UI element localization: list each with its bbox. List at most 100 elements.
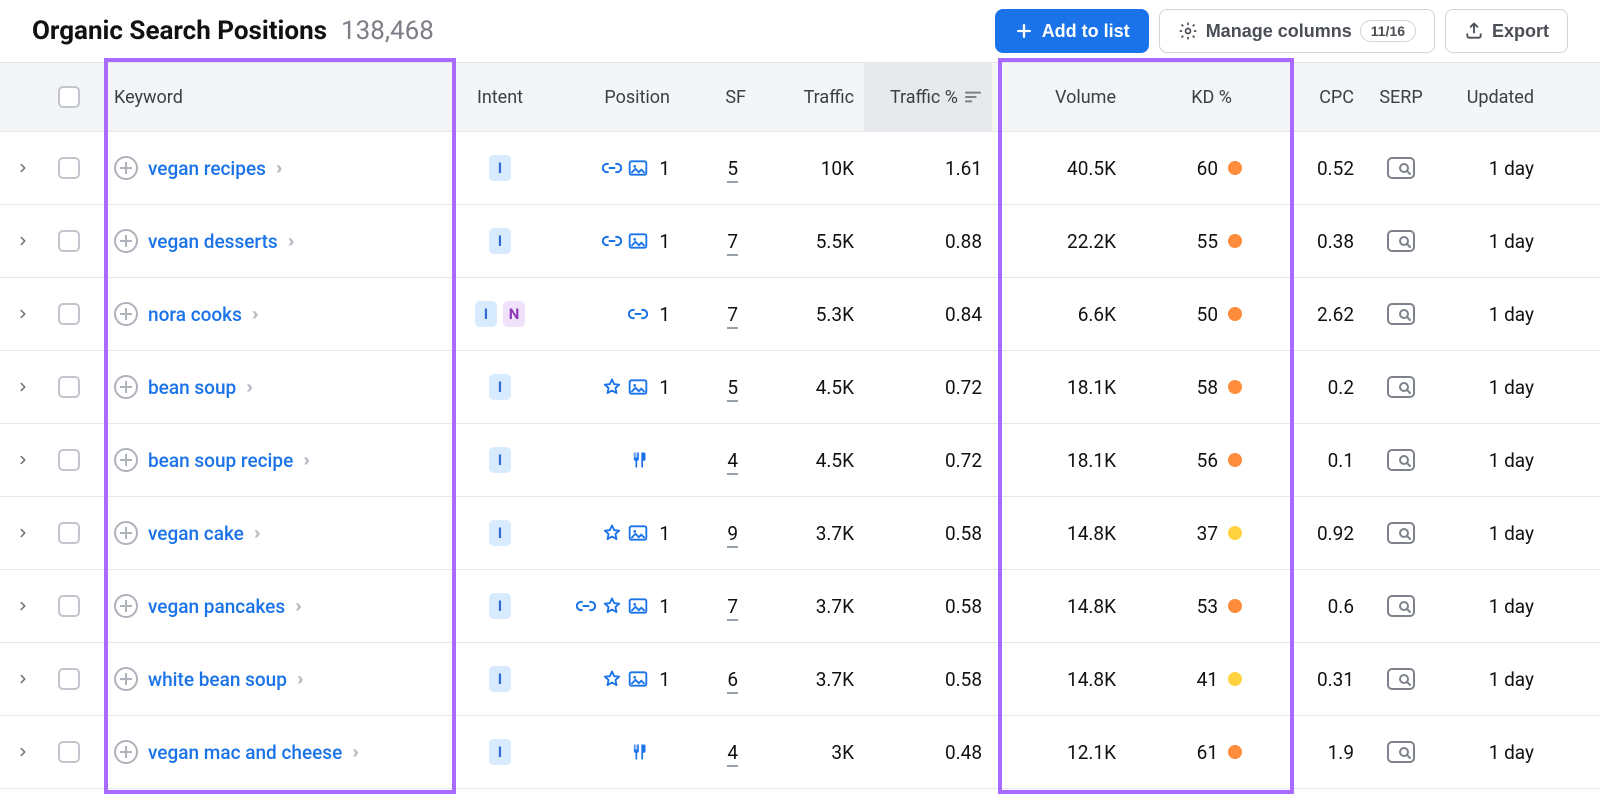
serp-button[interactable] [1364, 157, 1438, 179]
keyword-link[interactable]: nora cooks [148, 303, 242, 326]
add-keyword-icon[interactable] [114, 448, 138, 472]
serp-button[interactable] [1364, 376, 1438, 398]
volume-cell: 14.8K [992, 522, 1126, 545]
open-keyword-icon[interactable]: ›› [276, 158, 279, 179]
kd-dot-icon [1228, 453, 1242, 467]
col-sf[interactable]: SF [680, 87, 756, 108]
serp-button[interactable] [1364, 522, 1438, 544]
col-traffic-pct[interactable]: Traffic % [864, 63, 992, 131]
row-checkbox[interactable] [58, 449, 80, 471]
col-intent[interactable]: Intent [454, 87, 546, 108]
keyword-link[interactable]: vegan pancakes [148, 595, 285, 618]
star-icon [602, 377, 622, 397]
sf-cell[interactable]: 4 [680, 741, 756, 764]
row-checkbox[interactable] [58, 522, 80, 544]
open-keyword-icon[interactable]: ›› [295, 596, 298, 617]
keyword-link[interactable]: bean soup [148, 376, 236, 399]
intent-cell: I [454, 666, 546, 692]
expand-caret[interactable] [0, 672, 46, 686]
sf-cell[interactable]: 9 [680, 522, 756, 545]
serp-button[interactable] [1364, 595, 1438, 617]
table-row: vegan cake››I193.7K0.5814.8K370.921 day [0, 497, 1600, 570]
sf-cell[interactable]: 7 [680, 303, 756, 326]
intent-badge-i: I [475, 301, 497, 327]
intent-badge-i: I [489, 520, 511, 546]
open-keyword-icon[interactable]: ›› [288, 231, 291, 252]
serp-button[interactable] [1364, 230, 1438, 252]
add-keyword-icon[interactable] [114, 156, 138, 180]
open-keyword-icon[interactable]: ›› [303, 450, 306, 471]
keyword-link[interactable]: vegan mac and cheese [148, 741, 342, 764]
export-button[interactable]: Export [1445, 9, 1568, 53]
serp-button[interactable] [1364, 449, 1438, 471]
add-keyword-icon[interactable] [114, 375, 138, 399]
row-checkbox[interactable] [58, 157, 80, 179]
open-keyword-icon[interactable]: ›› [297, 669, 300, 690]
traffic-pct-cell: 0.84 [864, 303, 992, 326]
col-volume[interactable]: Volume [992, 87, 1126, 108]
sort-desc-icon [964, 90, 982, 104]
open-keyword-icon[interactable]: ›› [246, 377, 249, 398]
col-updated[interactable]: Updated [1438, 87, 1544, 108]
col-traffic[interactable]: Traffic [756, 87, 864, 108]
col-kd[interactable]: KD % [1126, 87, 1266, 108]
open-keyword-icon[interactable]: ›› [252, 304, 255, 325]
row-checkbox[interactable] [58, 376, 80, 398]
col-serp[interactable]: SERP [1364, 87, 1438, 108]
col-keyword[interactable]: Keyword [92, 87, 454, 108]
col-position[interactable]: Position [546, 87, 680, 108]
kd-cell: 50 [1126, 303, 1266, 326]
table-row: vegan desserts››I175.5K0.8822.2K550.381 … [0, 205, 1600, 278]
position-cell: 1 [546, 303, 680, 326]
sf-cell[interactable]: 6 [680, 668, 756, 691]
keyword-link[interactable]: vegan desserts [148, 230, 278, 253]
expand-caret[interactable] [0, 307, 46, 321]
add-keyword-icon[interactable] [114, 667, 138, 691]
serp-button[interactable] [1364, 303, 1438, 325]
row-checkbox[interactable] [58, 595, 80, 617]
add-keyword-icon[interactable] [114, 229, 138, 253]
keyword-cell: nora cooks ›› [92, 302, 454, 326]
select-all-checkbox[interactable] [58, 86, 80, 108]
sf-cell[interactable]: 5 [680, 157, 756, 180]
serp-button[interactable] [1364, 668, 1438, 690]
add-keyword-icon[interactable] [114, 521, 138, 545]
table-header: Keyword Intent Position SF Traffic Traff… [0, 62, 1600, 132]
image-icon [628, 669, 648, 689]
row-checkbox[interactable] [58, 741, 80, 763]
add-keyword-icon[interactable] [114, 302, 138, 326]
col-cpc[interactable]: CPC [1266, 87, 1364, 108]
sf-cell[interactable]: 7 [680, 230, 756, 253]
sf-cell[interactable]: 5 [680, 376, 756, 399]
cpc-cell: 0.31 [1266, 668, 1364, 691]
keyword-link[interactable]: vegan cake [148, 522, 244, 545]
keyword-cell: vegan cake ›› [92, 521, 454, 545]
expand-caret[interactable] [0, 161, 46, 175]
keyword-cell: vegan desserts ›› [92, 229, 454, 253]
sf-cell[interactable]: 7 [680, 595, 756, 618]
open-keyword-icon[interactable]: ›› [254, 523, 257, 544]
expand-caret[interactable] [0, 745, 46, 759]
expand-caret[interactable] [0, 380, 46, 394]
row-checkbox[interactable] [58, 668, 80, 690]
expand-caret[interactable] [0, 234, 46, 248]
add-keyword-icon[interactable] [114, 594, 138, 618]
add-to-list-button[interactable]: Add to list [995, 9, 1149, 53]
cpc-cell: 0.6 [1266, 595, 1364, 618]
add-keyword-icon[interactable] [114, 740, 138, 764]
expand-caret[interactable] [0, 453, 46, 467]
keyword-link[interactable]: bean soup recipe [148, 449, 293, 472]
row-checkbox[interactable] [58, 230, 80, 252]
row-checkbox[interactable] [58, 303, 80, 325]
keyword-link[interactable]: vegan recipes [148, 157, 266, 180]
keyword-link[interactable]: white bean soup [148, 668, 287, 691]
manage-columns-button[interactable]: Manage columns 11/16 [1159, 9, 1435, 53]
open-keyword-icon[interactable]: ›› [352, 742, 355, 763]
image-icon [628, 596, 648, 616]
keyword-cell: white bean soup ›› [92, 667, 454, 691]
expand-caret[interactable] [0, 526, 46, 540]
serp-button[interactable] [1364, 741, 1438, 763]
keyword-cell: vegan pancakes ›› [92, 594, 454, 618]
expand-caret[interactable] [0, 599, 46, 613]
sf-cell[interactable]: 4 [680, 449, 756, 472]
